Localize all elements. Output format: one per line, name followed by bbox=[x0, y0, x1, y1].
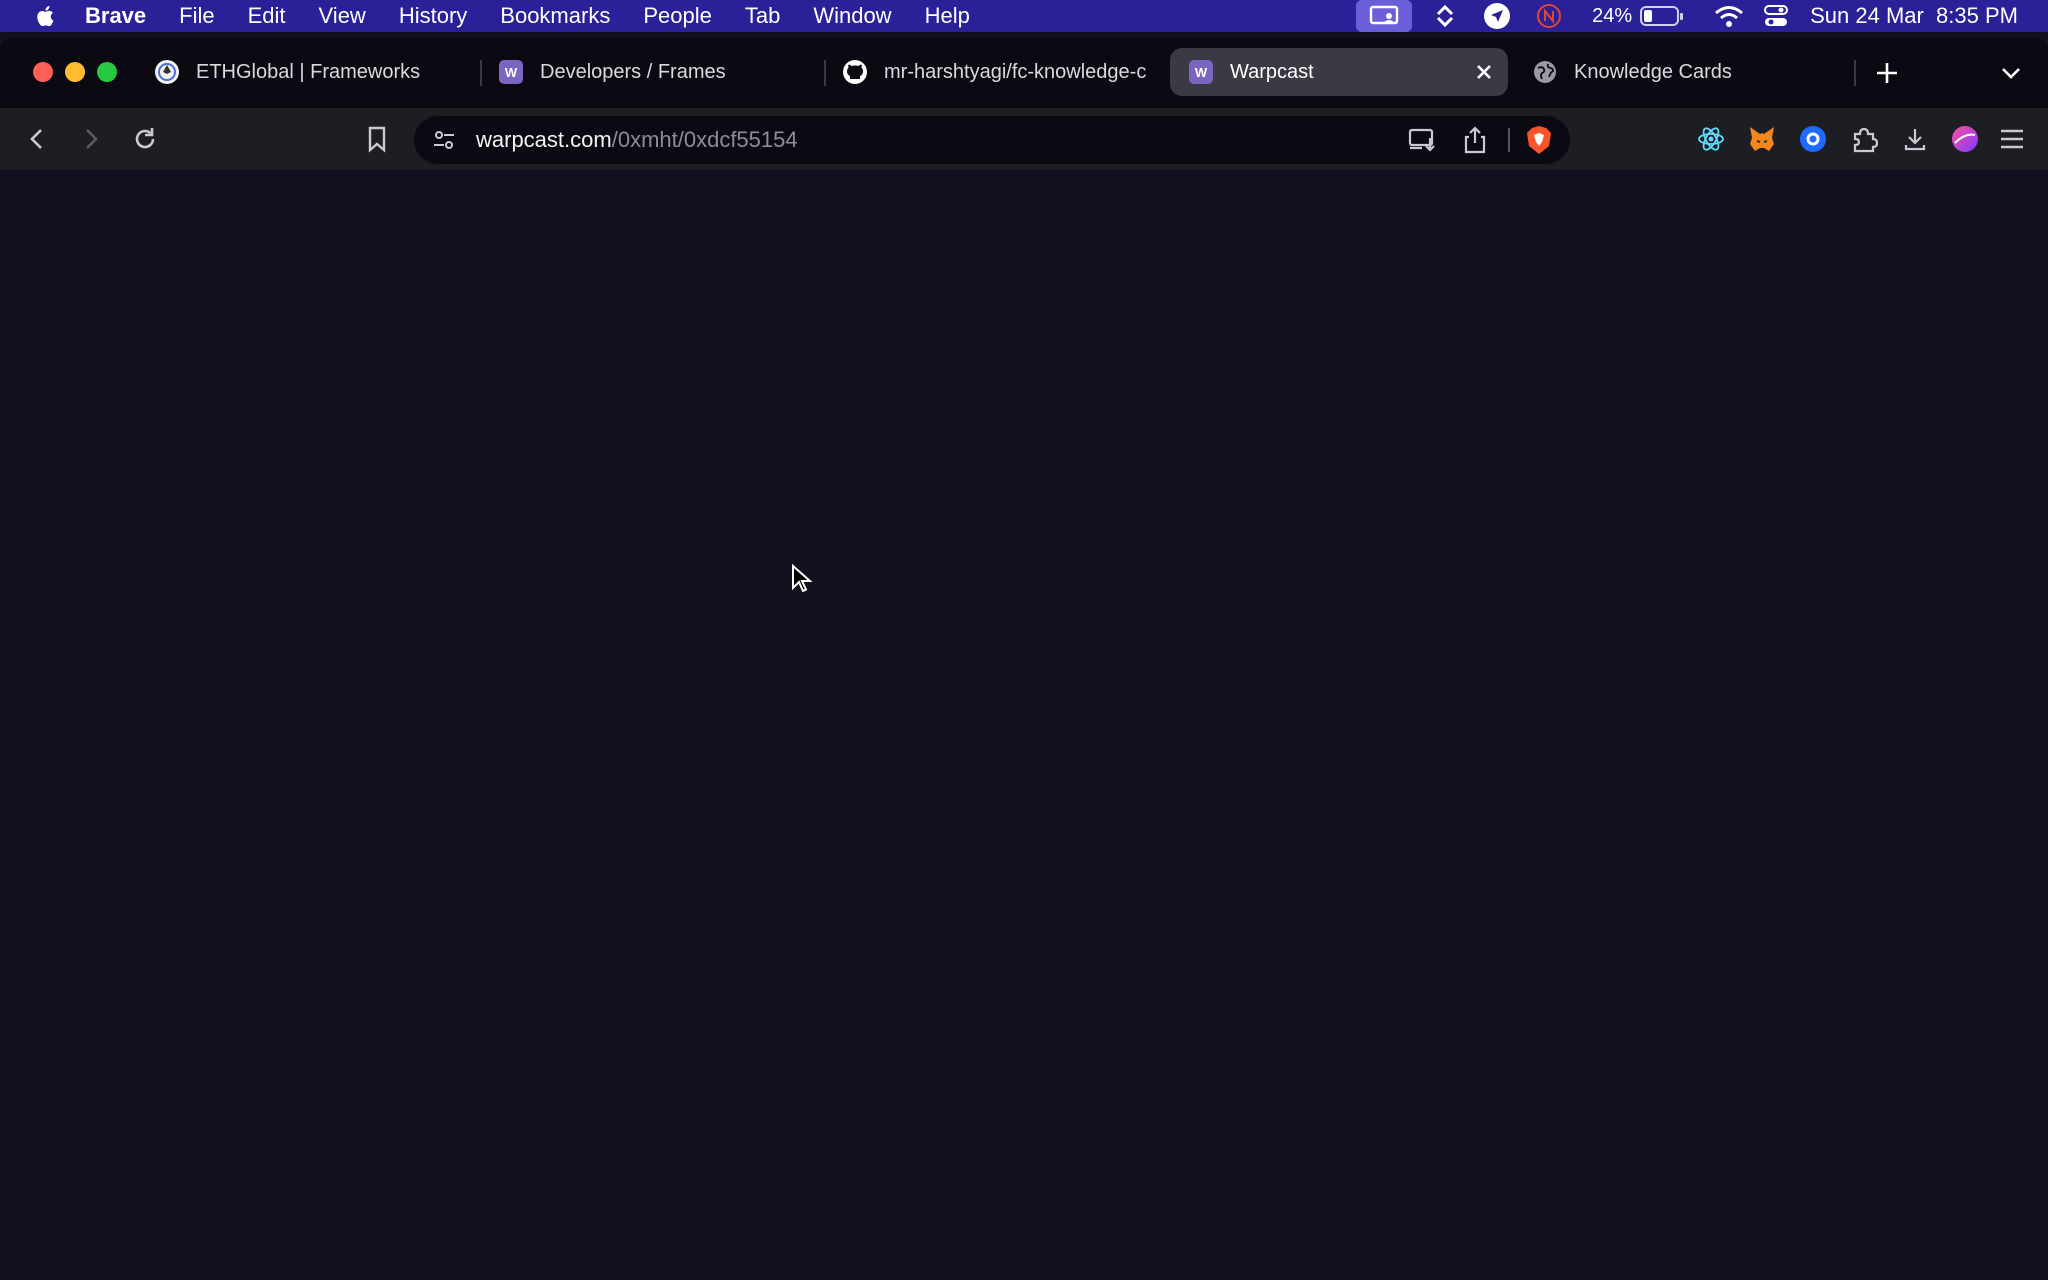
back-button[interactable] bbox=[18, 120, 56, 158]
react-devtools-icon[interactable] bbox=[1692, 120, 1730, 158]
reload-button[interactable] bbox=[126, 120, 164, 158]
menu-view[interactable]: View bbox=[319, 3, 366, 29]
profile-avatar[interactable] bbox=[1946, 120, 1984, 158]
github-icon bbox=[842, 59, 868, 85]
tab-title: mr-harshtyagi/fc-knowledge-c bbox=[884, 60, 1147, 83]
url-host: warpcast.com bbox=[476, 127, 612, 152]
svg-text:W: W bbox=[505, 65, 518, 80]
tab-warpcast-active[interactable]: W Warpcast bbox=[1170, 48, 1508, 96]
close-tab-icon[interactable] bbox=[1472, 60, 1496, 84]
warpcast-icon: W bbox=[1188, 59, 1214, 85]
address-bar[interactable]: warpcast.com/0xmht/0xdcf55154 bbox=[414, 116, 1570, 164]
tab-developers-frames[interactable]: W Developers / Frames bbox=[478, 48, 818, 96]
wifi-icon[interactable] bbox=[1714, 0, 1744, 32]
brave-shields-icon[interactable] bbox=[1524, 124, 1554, 156]
wallet-extension-icon[interactable] bbox=[1794, 120, 1832, 158]
tab-title: Warpcast bbox=[1230, 60, 1314, 83]
bookmark-button[interactable] bbox=[358, 120, 396, 158]
battery-percent: 24% bbox=[1592, 4, 1633, 27]
menu-edit[interactable]: Edit bbox=[248, 3, 286, 29]
notion-like-app-icon[interactable] bbox=[1534, 0, 1564, 32]
tab-strip: ETHGlobal | Frameworks W Developers / Fr… bbox=[0, 38, 2048, 108]
browser-toolbar: warpcast.com/0xmht/0xdcf55154 bbox=[0, 108, 2048, 170]
screen-share-icon[interactable] bbox=[1356, 0, 1413, 32]
page-content[interactable] bbox=[0, 170, 2048, 1280]
minimize-window-button[interactable] bbox=[65, 62, 85, 82]
menu-help[interactable]: Help bbox=[925, 3, 970, 29]
forward-button[interactable] bbox=[72, 120, 110, 158]
battery-icon[interactable] bbox=[1640, 0, 1684, 32]
tab-divider bbox=[1854, 60, 1856, 86]
browser-window: ETHGlobal | Frameworks W Developers / Fr… bbox=[0, 38, 2048, 1280]
apple-logo-icon[interactable] bbox=[33, 3, 59, 29]
metamask-icon[interactable] bbox=[1743, 120, 1781, 158]
tab-search-chevron-down-icon[interactable] bbox=[1998, 60, 2024, 86]
menubar-clock[interactable]: Sun 24 Mar 8:35 PM bbox=[1810, 3, 2018, 29]
url-text[interactable]: warpcast.com/0xmht/0xdcf55154 bbox=[476, 116, 798, 164]
menu-people[interactable]: People bbox=[643, 3, 712, 29]
menu-bookmarks[interactable]: Bookmarks bbox=[500, 3, 610, 29]
site-settings-icon[interactable] bbox=[432, 128, 456, 152]
control-center-icon[interactable] bbox=[1764, 0, 1789, 32]
svg-text:W: W bbox=[1195, 65, 1208, 80]
macos-menu-bar: Brave File Edit View History Bookmarks P… bbox=[0, 0, 2048, 32]
maximize-window-button[interactable] bbox=[97, 62, 117, 82]
extensions-puzzle-icon[interactable] bbox=[1845, 120, 1883, 158]
menu-tab[interactable]: Tab bbox=[745, 3, 780, 29]
menu-file[interactable]: File bbox=[179, 3, 214, 29]
tab-github[interactable]: mr-harshtyagi/fc-knowledge-c bbox=[822, 48, 1152, 96]
chevron-updown-icon[interactable] bbox=[1430, 0, 1460, 32]
globe-icon bbox=[1532, 59, 1558, 85]
tab-knowledge-cards[interactable]: Knowledge Cards bbox=[1512, 48, 1842, 96]
close-window-button[interactable] bbox=[33, 62, 53, 82]
browser-menu-icon[interactable] bbox=[1993, 120, 2031, 158]
location-arrow-icon[interactable] bbox=[1482, 0, 1512, 32]
share-icon[interactable] bbox=[1462, 126, 1488, 154]
downloads-icon[interactable] bbox=[1896, 120, 1934, 158]
tab-title: Developers / Frames bbox=[540, 60, 726, 83]
new-tab-button[interactable] bbox=[1872, 58, 1902, 88]
menu-app-name[interactable]: Brave bbox=[85, 3, 146, 29]
ethglobal-icon bbox=[154, 59, 180, 85]
cast-install-icon[interactable] bbox=[1408, 126, 1438, 154]
menu-history[interactable]: History bbox=[399, 3, 467, 29]
mouse-cursor-icon bbox=[791, 563, 813, 599]
tab-title: Knowledge Cards bbox=[1574, 60, 1732, 83]
warpcast-icon: W bbox=[498, 59, 524, 85]
omnibox-divider bbox=[1508, 128, 1510, 152]
menu-window[interactable]: Window bbox=[813, 3, 891, 29]
url-path: /0xmht/0xdcf55154 bbox=[611, 127, 798, 152]
tab-title: ETHGlobal | Frameworks bbox=[196, 60, 421, 83]
tab-ethglobal[interactable]: ETHGlobal | Frameworks bbox=[134, 48, 474, 96]
